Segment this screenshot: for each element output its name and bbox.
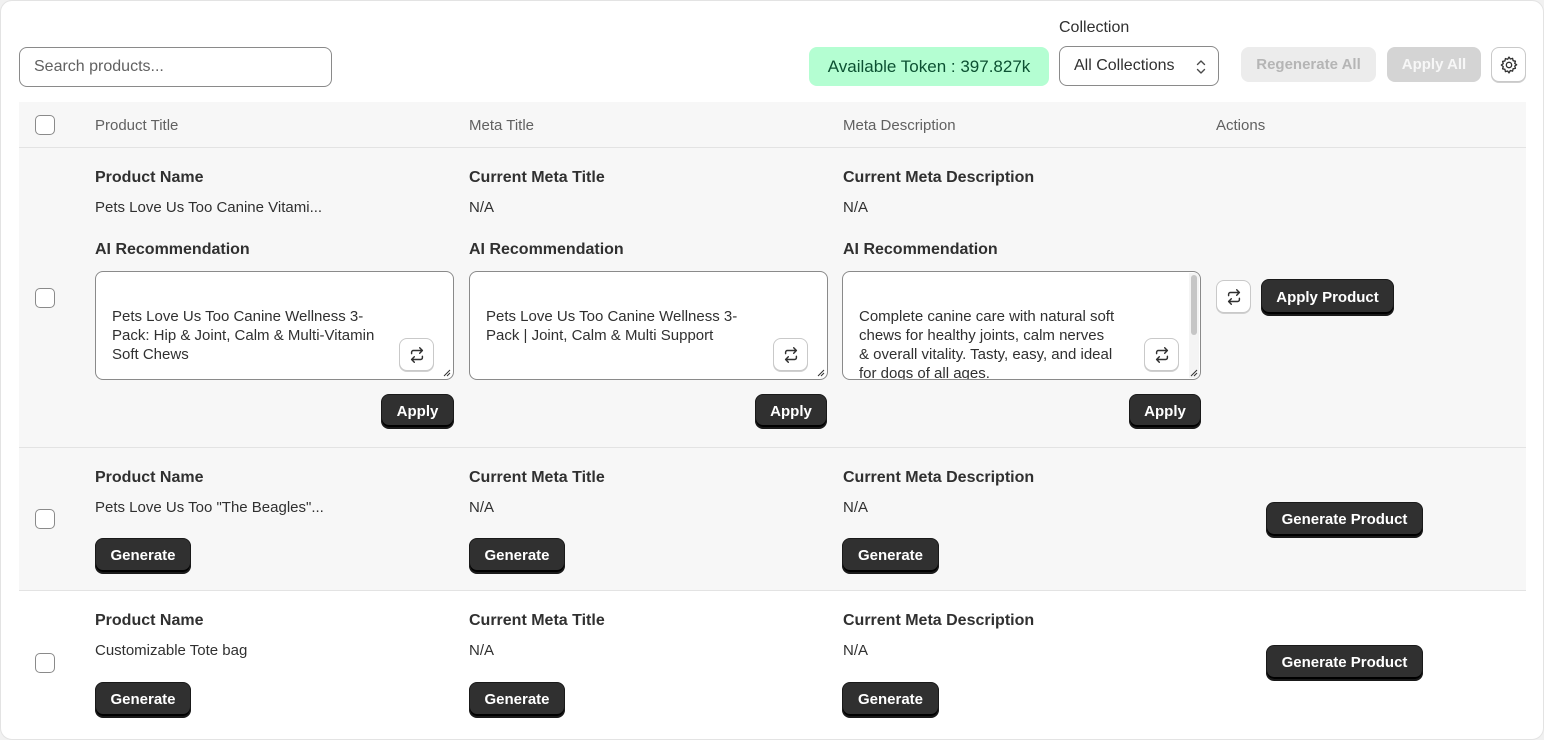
resize-grip-icon[interactable] bbox=[817, 369, 825, 377]
current-meta-description-label: Current Meta Description bbox=[843, 169, 1035, 186]
generate-meta-description-button[interactable]: Generate bbox=[842, 538, 939, 573]
generate-meta-title-button[interactable]: Generate bbox=[469, 538, 565, 573]
regenerate-meta-title-button[interactable] bbox=[773, 338, 808, 371]
generate-meta-title-button[interactable]: Generate bbox=[469, 682, 565, 717]
product-name-value: Pets Love Us Too Canine Vitami... bbox=[95, 199, 323, 216]
apply-product-button[interactable]: Apply Product bbox=[1261, 279, 1394, 315]
scrollbar-thumb[interactable] bbox=[1191, 275, 1197, 335]
ai-recommendation-label: AI Recommendation bbox=[843, 241, 998, 258]
search-input[interactable] bbox=[19, 47, 332, 87]
current-meta-title-label: Current Meta Title bbox=[469, 169, 605, 186]
apply-meta-description-button[interactable]: Apply bbox=[1129, 394, 1201, 428]
ai-recommendation-label: AI Recommendation bbox=[469, 241, 624, 258]
current-meta-description-label: Current Meta Description bbox=[843, 612, 1035, 629]
header-meta-description: Meta Description bbox=[843, 117, 956, 134]
gear-icon bbox=[1500, 55, 1517, 74]
table-row: Product Name Customizable Tote bag Curre… bbox=[19, 591, 1526, 725]
product-name-value: Pets Love Us Too "The Beagles"... bbox=[95, 499, 324, 516]
generate-title-button[interactable]: Generate bbox=[95, 538, 191, 573]
ai-recommendation-label: AI Recommendation bbox=[95, 241, 250, 258]
regenerate-meta-description-button[interactable] bbox=[1144, 338, 1179, 371]
chevron-up-down-icon bbox=[1196, 60, 1206, 74]
current-meta-title-label: Current Meta Title bbox=[469, 469, 605, 486]
generate-product-button[interactable]: Generate Product bbox=[1266, 645, 1423, 680]
header-meta-title: Meta Title bbox=[469, 117, 535, 134]
textarea-scrollbar[interactable] bbox=[1189, 273, 1199, 378]
ai-meta-title-text: Pets Love Us Too Canine Wellness 3- Pack… bbox=[486, 308, 738, 344]
generate-meta-description-button[interactable]: Generate bbox=[842, 682, 939, 717]
current-meta-title-label: Current Meta Title bbox=[469, 612, 605, 629]
apply-title-button[interactable]: Apply bbox=[381, 394, 454, 428]
select-all-checkbox[interactable] bbox=[35, 115, 55, 135]
table-header: Product Title Meta Title Meta Descriptio… bbox=[19, 102, 1526, 148]
ai-product-title-textarea[interactable]: Pets Love Us Too Canine Wellness 3- Pack… bbox=[95, 271, 454, 380]
table-row: Product Name Pets Love Us Too "The Beagl… bbox=[19, 448, 1526, 591]
current-meta-description-value: N/A bbox=[843, 199, 869, 216]
resize-grip-icon[interactable] bbox=[1190, 369, 1198, 377]
current-meta-description-label: Current Meta Description bbox=[843, 469, 1035, 486]
current-meta-description-value: N/A bbox=[843, 642, 869, 659]
regenerate-title-button[interactable] bbox=[399, 338, 434, 371]
apply-meta-title-button[interactable]: Apply bbox=[755, 394, 827, 428]
collection-select-value: All Collections bbox=[1074, 57, 1175, 74]
row-checkbox[interactable] bbox=[35, 653, 55, 673]
product-name-value: Customizable Tote bag bbox=[95, 642, 248, 659]
ai-meta-description-text: Complete canine care with natural soft c… bbox=[859, 308, 1115, 380]
product-name-label: Product Name bbox=[95, 169, 204, 186]
ai-meta-description-textarea[interactable]: Complete canine care with natural soft c… bbox=[842, 271, 1201, 380]
refresh-icon bbox=[410, 346, 423, 363]
table-row: Product Name Pets Love Us Too Canine Vit… bbox=[19, 148, 1526, 448]
row-checkbox[interactable] bbox=[35, 288, 55, 308]
row-checkbox[interactable] bbox=[35, 509, 55, 529]
resize-grip-icon[interactable] bbox=[443, 369, 451, 377]
current-meta-description-value: N/A bbox=[843, 499, 869, 516]
product-name-label: Product Name bbox=[95, 469, 204, 486]
collection-select[interactable]: All Collections bbox=[1059, 46, 1219, 86]
header-actions: Actions bbox=[1216, 117, 1266, 134]
product-name-label: Product Name bbox=[95, 612, 204, 629]
ai-meta-title-textarea[interactable]: Pets Love Us Too Canine Wellness 3- Pack… bbox=[469, 271, 828, 380]
collection-label: Collection bbox=[1059, 19, 1130, 36]
current-meta-title-value: N/A bbox=[469, 199, 495, 216]
refresh-icon bbox=[1155, 346, 1168, 363]
refresh-icon bbox=[1227, 288, 1240, 305]
product-seo-card: Available Token : 397.827k Collection Al… bbox=[0, 0, 1544, 740]
generate-product-button[interactable]: Generate Product bbox=[1266, 502, 1423, 537]
apply-all-button[interactable]: Apply All bbox=[1387, 47, 1481, 82]
settings-button[interactable] bbox=[1491, 47, 1526, 82]
header-product-title: Product Title bbox=[95, 117, 179, 134]
current-meta-title-value: N/A bbox=[469, 499, 495, 516]
current-meta-title-value: N/A bbox=[469, 642, 495, 659]
regenerate-all-button[interactable]: Regenerate All bbox=[1241, 47, 1376, 82]
token-badge: Available Token : 397.827k bbox=[809, 47, 1049, 86]
ai-product-title-text: Pets Love Us Too Canine Wellness 3- Pack… bbox=[112, 308, 375, 363]
generate-title-button[interactable]: Generate bbox=[95, 682, 191, 717]
refresh-icon bbox=[784, 346, 797, 363]
regenerate-product-button[interactable] bbox=[1216, 280, 1251, 313]
